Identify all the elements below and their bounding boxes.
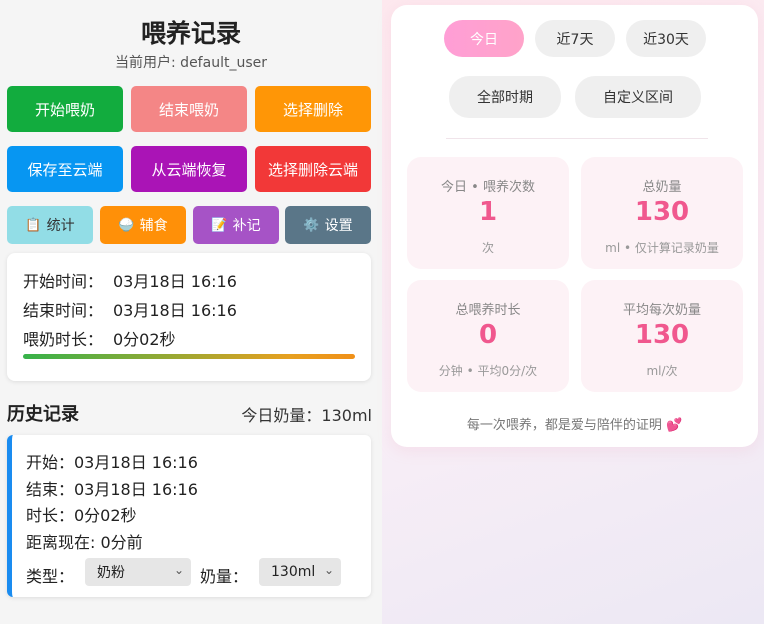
duration-label: 喂奶时长： <box>23 330 104 349</box>
stat-unit: 次 <box>481 241 494 255</box>
stat-value: 130 <box>634 197 690 227</box>
record-since: 距离现在: 0分前 <box>26 533 143 552</box>
select-delete-button[interactable]: 选择删除 <box>255 86 371 132</box>
stats-button[interactable]: 📋 统计 <box>7 206 93 244</box>
range-all-button[interactable]: 全部时期 <box>449 76 561 118</box>
end-time-label: 结束时间： <box>23 301 104 320</box>
end-time-row: 结束时间： 03月18日 16:16 <box>23 297 237 321</box>
range-30days-button[interactable]: 近30天 <box>626 20 706 57</box>
history-title: 历史记录 <box>7 404 79 425</box>
stat-label: 平均每次奶量 <box>622 303 701 318</box>
range-7days-button[interactable]: 近7天 <box>535 20 615 57</box>
stat-unit: 分钟 • 平均0分/次 <box>438 364 538 378</box>
divider <box>446 138 708 139</box>
history-record-card[interactable]: 开始：03月18日 16:16 结束：03月18日 16:16 时长：0分02秒… <box>7 435 371 597</box>
solid-food-button[interactable]: 🍚 辅食 <box>100 206 186 244</box>
save-to-cloud-button[interactable]: 保存至云端 <box>7 146 123 192</box>
type-label: 类型： <box>26 567 75 586</box>
record-start: 开始：03月18日 16:16 <box>26 453 198 472</box>
stat-card-total-milk: 总奶量 130 ml • 仅计算记录奶量 <box>581 157 743 269</box>
solid-food-label: 辅食 <box>139 218 168 234</box>
stats-card: 今日 近7天 近30天 全部时期 自定义区间 今日 • 喂养次数 1 次 总奶量… <box>391 5 758 447</box>
page-title: 喂养记录 <box>140 19 241 48</box>
stat-value: 130 <box>634 320 690 350</box>
stats-panel: 今日 近7天 近30天 全部时期 自定义区间 今日 • 喂养次数 1 次 总奶量… <box>382 0 764 624</box>
clipboard-icon: 📋 <box>25 217 42 233</box>
duration-row: 喂奶时长： 0分02秒 <box>23 326 176 350</box>
stat-value: 0 <box>478 320 498 350</box>
stat-card-avg-milk: 平均每次奶量 130 ml/次 <box>581 280 743 392</box>
amount-label: 奶量： <box>200 567 249 586</box>
rice-bowl-icon: 🍚 <box>118 217 135 233</box>
end-feeding-button[interactable]: 结束喂奶 <box>131 86 247 132</box>
today-milk-total: 今日奶量：130ml <box>241 406 372 425</box>
feeding-progress-bar <box>23 354 355 359</box>
duration-value: 0分02秒 <box>113 330 176 349</box>
restore-from-cloud-button[interactable]: 从云端恢复 <box>131 146 247 192</box>
add-record-button[interactable]: 📝 补记 <box>193 206 279 244</box>
start-time-value: 03月18日 16:16 <box>113 272 237 291</box>
stat-label: 今日 • 喂养次数 <box>441 180 535 195</box>
timer-card: 开始时间： 03月18日 16:16 结束时间： 03月18日 16:16 喂奶时长… <box>7 253 371 381</box>
feeding-progress-fill <box>23 354 355 359</box>
range-custom-button[interactable]: 自定义区间 <box>575 76 701 118</box>
settings-button[interactable]: ⚙️ 设置 <box>285 206 371 244</box>
stats-label: 统计 <box>46 218 75 234</box>
settings-label: 设置 <box>324 218 353 234</box>
chevron-down-icon: ⌄ <box>323 563 334 577</box>
amount-select[interactable]: 130ml ⌄ <box>259 558 341 586</box>
stat-label: 总奶量 <box>642 180 682 195</box>
amount-value: 130ml <box>271 564 316 580</box>
stat-card-feed-count: 今日 • 喂养次数 1 次 <box>407 157 569 269</box>
stat-card-total-duration: 总喂养时长 0 分钟 • 平均0分/次 <box>407 280 569 392</box>
feeding-panel: 喂养记录 当前用户: default_user 开始喂奶 结束喂奶 选择删除 保… <box>0 0 382 624</box>
start-feeding-button[interactable]: 开始喂奶 <box>7 86 123 132</box>
end-time-value: 03月18日 16:16 <box>113 301 237 320</box>
current-user: 当前用户: default_user <box>115 55 267 71</box>
stat-value: 1 <box>478 197 498 227</box>
select-delete-cloud-button[interactable]: 选择删除云端 <box>255 146 371 192</box>
start-time-row: 开始时间： 03月18日 16:16 <box>23 268 237 292</box>
feeding-type-select[interactable]: 奶粉 ⌄ <box>85 558 191 586</box>
range-today-button[interactable]: 今日 <box>444 20 524 57</box>
record-end: 结束：03月18日 16:16 <box>26 480 198 499</box>
add-record-label: 补记 <box>232 218 261 234</box>
footer-note: 每一次喂养，都是爱与陪伴的证明 💕 <box>466 418 683 433</box>
record-duration: 时长：0分02秒 <box>26 506 137 525</box>
memo-icon: 📝 <box>211 217 228 233</box>
stat-unit: ml/次 <box>646 364 678 378</box>
feeding-type-value: 奶粉 <box>97 565 125 581</box>
stat-unit: ml • 仅计算记录奶量 <box>605 241 719 255</box>
start-time-label: 开始时间： <box>23 272 104 291</box>
gear-icon: ⚙️ <box>303 217 320 233</box>
stat-label: 总喂养时长 <box>455 303 521 318</box>
chevron-down-icon: ⌄ <box>173 563 184 577</box>
